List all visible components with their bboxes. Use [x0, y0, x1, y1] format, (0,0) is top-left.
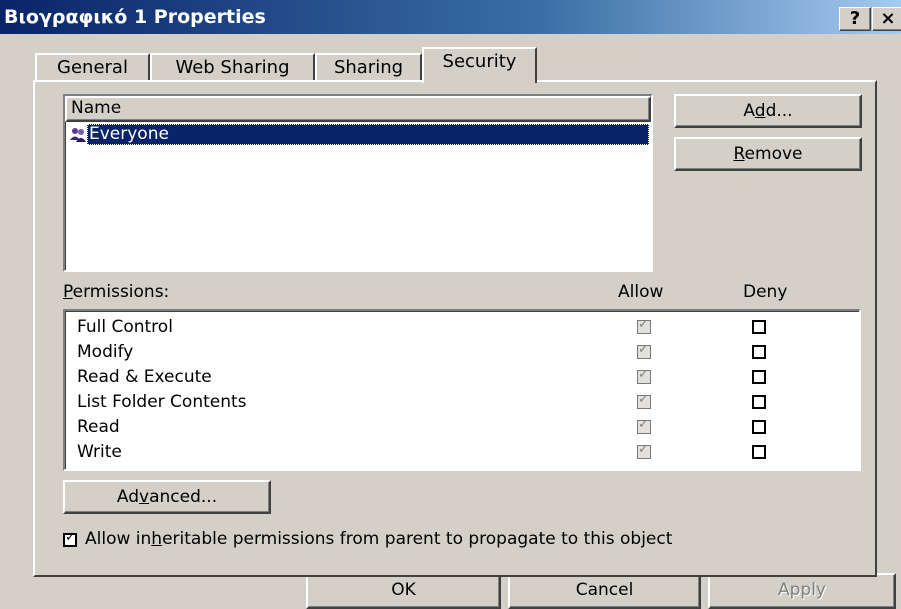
deny-checkbox-list-folder[interactable]	[752, 395, 766, 409]
tab-general[interactable]: General	[35, 53, 150, 83]
deny-checkbox-modify[interactable]	[752, 345, 766, 359]
inherit-permissions-option[interactable]: ✓ Allow inheritable permissions from par…	[63, 529, 863, 551]
advanced-label-accel: v	[139, 487, 150, 507]
allow-checkbox-full-control[interactable]	[637, 317, 651, 334]
inherit-checkbox[interactable]: ✓	[63, 530, 77, 547]
remove-button[interactable]: Remove	[674, 137, 862, 171]
advanced-label-a: Ad	[116, 487, 140, 507]
list-item-everyone[interactable]: Everyone	[67, 124, 649, 146]
permissions-label: Permissions:	[63, 282, 169, 302]
permissions-list[interactable]: Full Control Modify Read & Execute List …	[63, 309, 861, 471]
permission-name: Full Control	[77, 317, 173, 337]
remove-label-rest: emove	[744, 144, 803, 164]
permission-row: Full Control	[77, 317, 173, 342]
window-title: Βιογραφικό 1 Properties	[4, 6, 266, 28]
apply-button[interactable]: Apply	[708, 573, 896, 609]
allow-checkbox-list-folder[interactable]	[637, 392, 651, 409]
cancel-button[interactable]: Cancel	[508, 573, 701, 609]
inherit-label: Allow inheritable permissions from paren…	[85, 529, 672, 549]
users-group-icon	[69, 126, 87, 144]
permission-name: List Folder Contents	[77, 392, 247, 412]
permission-row: List Folder Contents	[77, 392, 247, 417]
permission-row: Read & Execute	[77, 367, 212, 392]
add-label-a: A	[743, 101, 755, 121]
allow-checkbox-modify[interactable]	[637, 342, 651, 359]
inherit-label-rest: eritable permissions from parent to prop…	[162, 529, 673, 549]
tab-security[interactable]: Security	[422, 47, 537, 83]
title-bar: Βιογραφικό 1 Properties ? ×	[0, 0, 901, 34]
allow-checkbox-read[interactable]	[637, 417, 651, 434]
allow-column-header: Allow	[618, 282, 664, 302]
permission-name: Modify	[77, 342, 134, 362]
security-panel: Name Everyone Add... Remove Permissions:…	[33, 80, 877, 577]
deny-checkbox-write[interactable]	[752, 445, 766, 459]
permission-row: Write	[77, 442, 122, 467]
add-button[interactable]: Add...	[674, 94, 862, 128]
permission-name: Read & Execute	[77, 367, 212, 387]
close-button[interactable]: ×	[872, 7, 901, 31]
advanced-button[interactable]: Advanced...	[63, 480, 271, 514]
advanced-label-rest: anced...	[149, 487, 218, 507]
allow-checkbox-write[interactable]	[637, 442, 651, 459]
remove-label-accel: R	[733, 144, 745, 164]
permission-name: Write	[77, 442, 122, 462]
permissions-label-accel: P	[63, 282, 73, 302]
deny-column-header: Deny	[743, 282, 788, 302]
names-list[interactable]: Name Everyone	[63, 94, 653, 272]
tab-sharing[interactable]: Sharing	[315, 53, 422, 83]
deny-checkbox-read[interactable]	[752, 420, 766, 434]
list-item-label: Everyone	[87, 124, 649, 145]
checkmark-icon: ✓	[65, 530, 76, 545]
allow-checkbox-read-execute[interactable]	[637, 367, 651, 384]
permissions-label-rest: ermissions:	[72, 282, 170, 302]
permission-row: Modify	[77, 342, 133, 367]
tab-web-sharing[interactable]: Web Sharing	[150, 53, 315, 83]
inherit-label-a: Allow in	[85, 529, 152, 549]
permission-name: Read	[77, 417, 120, 437]
inherit-label-accel: h	[151, 529, 163, 549]
names-column-header[interactable]: Name	[65, 96, 651, 122]
ok-button[interactable]: OK	[306, 573, 501, 609]
help-button[interactable]: ?	[839, 7, 871, 31]
deny-checkbox-full-control[interactable]	[752, 320, 766, 334]
add-label-accel: d	[754, 101, 766, 121]
permission-row: Read	[77, 417, 120, 442]
deny-checkbox-read-execute[interactable]	[752, 370, 766, 384]
add-label-rest: d...	[765, 101, 793, 121]
